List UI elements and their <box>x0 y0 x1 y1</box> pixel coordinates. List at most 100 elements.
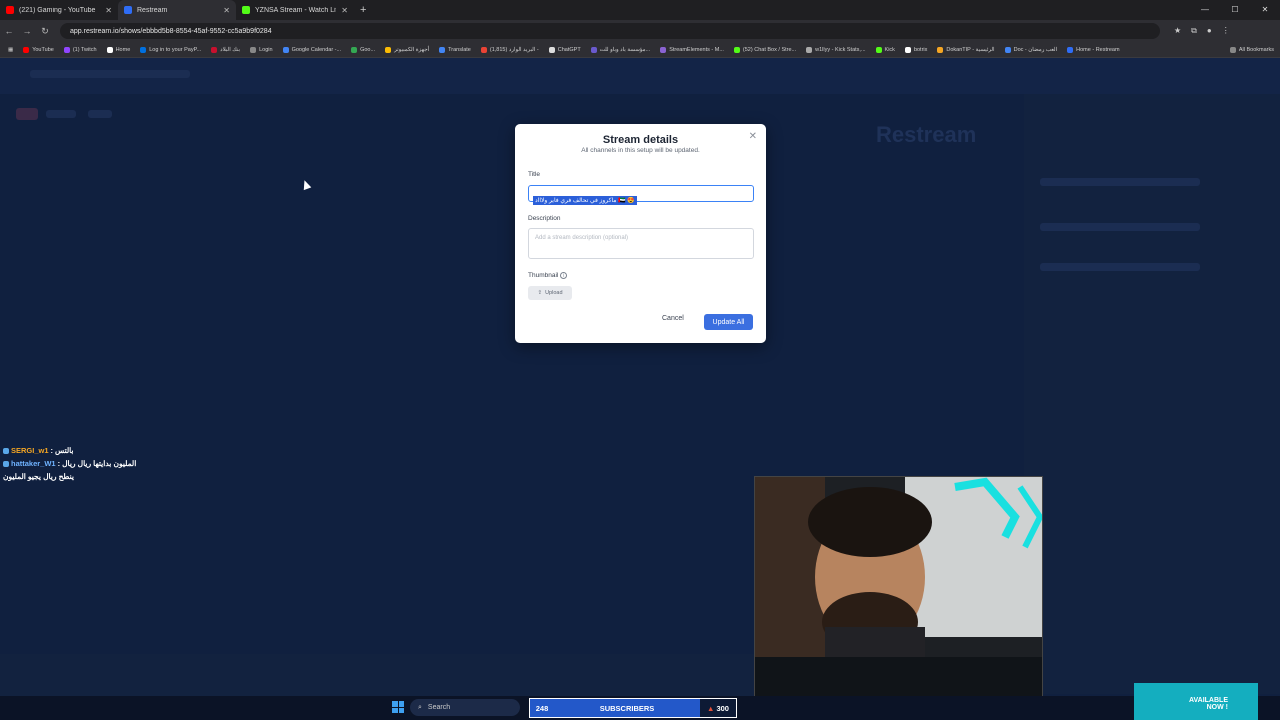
kick-icon <box>875 46 882 53</box>
upload-button[interactable]: ⇪ Upload <box>528 286 572 300</box>
bookmark-item[interactable]: Google Calendar -... <box>282 46 341 53</box>
tab-label: Restream <box>137 6 168 14</box>
windows-start-icon[interactable] <box>392 701 404 713</box>
taskbar-search[interactable]: ⌕ Search <box>410 699 520 716</box>
live-badge-placeholder <box>16 108 38 120</box>
streamelements-icon <box>660 46 667 53</box>
stats-icon <box>806 46 813 53</box>
close-tab-icon[interactable]: ✕ <box>223 6 230 15</box>
paypal-icon <box>140 46 147 53</box>
restream-logo: Restream <box>876 122 977 147</box>
folder-icon <box>1229 46 1236 53</box>
header-placeholder <box>30 70 190 78</box>
chat-text: بالتس <box>55 446 74 455</box>
subscriber-label: SUBSCRIBERS <box>599 703 655 713</box>
bookmark-item[interactable]: (52) Chat Box / Stre... <box>733 46 796 53</box>
calendar-icon <box>282 46 289 53</box>
tab-placeholder <box>88 110 112 118</box>
close-tab-icon[interactable]: ✕ <box>105 6 112 15</box>
description-input[interactable]: Add a stream description (optional) <box>528 228 754 259</box>
back-icon[interactable]: ← <box>0 26 18 36</box>
bookmark-item[interactable]: مؤسسة باد وباو للت... <box>590 46 650 53</box>
bookmark-item[interactable]: Translate <box>439 46 471 53</box>
restream-icon <box>124 6 132 14</box>
chat-message: ينطح ريال يجيو المليون <box>0 470 163 483</box>
goal-icon: ▲ <box>707 703 715 713</box>
x-icon <box>106 46 113 53</box>
description-label: Description <box>528 215 561 222</box>
minimize-icon[interactable]: — <box>1190 0 1220 20</box>
badge-icon <box>3 460 9 467</box>
search-icon: ⌕ <box>418 703 422 711</box>
subscriber-goal: ▲ 300 <box>700 699 736 717</box>
twitch-icon <box>63 46 70 53</box>
bookmark-item[interactable]: botrix <box>904 46 927 53</box>
tab-youtube[interactable]: (221) Gaming - YouTube ✕ <box>0 0 118 20</box>
bookmark-item[interactable]: Log in to your PayP... <box>140 46 201 53</box>
bookmark-item[interactable]: (1) Twitch <box>63 46 97 53</box>
promo-text: AVAILABLE NOW ! <box>1188 697 1228 711</box>
bookmark-item[interactable]: أجهزة الكمبيوتر <box>385 46 429 53</box>
bookmark-item[interactable]: بنك البلاد <box>211 46 240 53</box>
bookmark-item[interactable]: Goo... <box>351 46 375 53</box>
bookmark-item[interactable]: ChatGPT <box>548 46 581 53</box>
bookmark-item[interactable]: StreamElements - M... <box>660 46 724 53</box>
address-bar-row: ← → ↻ app.restream.io/shows/ebbbd5b8-855… <box>0 20 1280 42</box>
window-controls: — ☐ ✕ <box>1190 0 1280 20</box>
chat-overlay: SERGI_w1 : بالتس hattaker_W1 : المليون ب… <box>0 444 163 483</box>
webcam-image <box>755 477 1042 717</box>
bookmark-item[interactable]: Login <box>250 46 273 53</box>
kick-icon <box>242 6 250 14</box>
bookmark-item[interactable]: Kick <box>875 46 895 53</box>
bookmark-item[interactable]: (1,815) البريد الوارد - <box>480 46 539 53</box>
bookmark-item[interactable]: Home <box>106 46 130 53</box>
bookmark-item[interactable]: DokanTIP - الرئيسية <box>937 46 995 53</box>
dokantip-icon <box>937 46 944 53</box>
profile-icon[interactable]: ● <box>1207 26 1212 36</box>
close-window-icon[interactable]: ✕ <box>1250 0 1280 20</box>
reload-icon[interactable]: ↻ <box>36 26 54 37</box>
extensions-icon[interactable]: ⧉ <box>1191 26 1197 36</box>
channel-row <box>1040 263 1200 271</box>
cancel-button[interactable]: Cancel <box>662 315 684 322</box>
badge-icon <box>3 447 9 454</box>
menu-icon[interactable]: ⋮ <box>1222 26 1230 36</box>
bookmark-item[interactable]: YouTube <box>23 46 54 53</box>
title-value: 😍 🇦🇪 ماكروز في تحالف فري فاير ولاااد <box>533 196 637 205</box>
chat-username: hattaker_W1 <box>11 459 56 468</box>
youtube-icon <box>6 6 14 14</box>
update-all-button[interactable]: Update All <box>704 314 753 330</box>
webcam-feed <box>754 476 1043 718</box>
bookmark-item[interactable]: Doc - العب رمضان <box>1004 46 1057 53</box>
maximize-icon[interactable]: ☐ <box>1220 0 1250 20</box>
channel-row <box>1040 178 1200 186</box>
chatgpt-icon <box>548 46 555 53</box>
tab-placeholder <box>46 110 76 118</box>
restream-icon <box>1067 46 1074 53</box>
bookmark-item[interactable]: Home - Restream <box>1067 46 1120 53</box>
tab-kick-stream[interactable]: YZNSA Stream - Watch Live on ✕ <box>236 0 354 20</box>
stream-details-dialog: ✕ Stream details All channels in this se… <box>515 124 766 343</box>
all-bookmarks[interactable]: All Bookmarks <box>1229 46 1274 53</box>
forward-icon[interactable]: → <box>18 26 36 36</box>
translate-icon <box>439 46 446 53</box>
promo-banner: AVAILABLE NOW ! <box>1134 683 1258 720</box>
thumbnail-label: Thumbnail i <box>528 272 568 279</box>
upload-icon: ⇪ <box>537 290 543 296</box>
url-field[interactable]: app.restream.io/shows/ebbbd5b8-8554-45af… <box>60 23 1160 39</box>
youtube-icon <box>23 46 30 53</box>
tab-label: YZNSA Stream - Watch Live on <box>255 6 336 14</box>
info-icon[interactable]: i <box>560 272 568 279</box>
botrix-icon <box>904 46 911 53</box>
apps-icon[interactable]: ▦ <box>8 47 13 53</box>
chat-message: hattaker_W1 : المليون بدايتها ريال ريال <box>0 457 163 470</box>
tab-restream[interactable]: Restream ✕ <box>118 0 236 20</box>
google-icon <box>351 46 358 53</box>
close-tab-icon[interactable]: ✕ <box>341 6 348 15</box>
title-input[interactable]: 😍 🇦🇪 ماكروز في تحالف فري فاير ولاااد <box>528 185 754 205</box>
star-icon[interactable]: ★ <box>1174 26 1181 36</box>
folder-icon <box>385 46 392 53</box>
subscriber-count: 248 <box>535 703 549 713</box>
bookmark-item[interactable]: w1llyy - Kick Stats,... <box>806 46 866 53</box>
new-tab-button[interactable]: + <box>360 4 366 16</box>
